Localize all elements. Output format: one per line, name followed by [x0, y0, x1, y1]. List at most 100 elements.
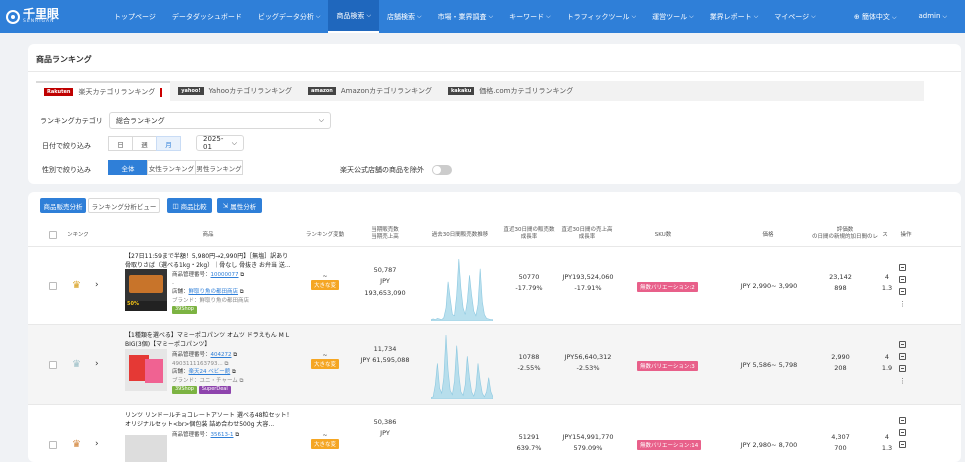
sku-badge[interactable]: 無数バリエーション:2 [637, 282, 698, 292]
header-growth[interactable]: 直近30日間の販売数 成長率 [498, 227, 560, 241]
header-price[interactable]: 価格 [753, 232, 783, 239]
rakuten-logo-icon: Rakuten [44, 88, 74, 96]
trend-sparkline [431, 334, 493, 399]
nav-mypage[interactable]: マイページ ⌵ [766, 0, 823, 33]
nav-bigdata[interactable]: ビッグデータ分析 ⌵ [250, 0, 329, 33]
expand-arrow-icon[interactable]: › [95, 359, 99, 369]
gender-male-button[interactable]: 男性ランキング [195, 160, 243, 175]
nav-keyword[interactable]: キーワード ⌵ [501, 0, 559, 33]
language-switcher[interactable]: ⊕ 簡体中文 ⌵ [854, 12, 897, 22]
nav-ops[interactable]: 運営ツール ⌵ [644, 0, 702, 33]
manager-no-link[interactable]: 10000077 [211, 272, 239, 278]
sku-badge[interactable]: 無数バリエーション:3 [637, 361, 698, 371]
gender-female-button[interactable]: 女性ランキング [147, 160, 196, 175]
header-rank-change[interactable]: ランキング変動 [300, 232, 350, 239]
rank-change-badge: 大きな変 [310, 439, 339, 449]
chevron-down-icon: ⌵ [318, 116, 324, 124]
date-day-button[interactable]: 日 [108, 136, 133, 151]
product-thumbnail[interactable] [125, 349, 167, 391]
manager-no-link[interactable]: 35613-1 [211, 432, 234, 438]
header-ops: 操作 [900, 232, 912, 238]
gender-toggle: 全体 女性ランキング 男性ランキング [108, 160, 243, 175]
detail-icon[interactable] [899, 264, 906, 271]
tab-rakuten[interactable]: Rakuten 楽天カテゴリランキング [36, 81, 171, 101]
copy-icon[interactable]: ⧉ [233, 352, 237, 358]
tab-kakaku[interactable]: kakaku 価格.comカテゴリランキング [440, 81, 581, 101]
product-title[interactable]: リンツ リンドールチョコレートアソート 選べる48粒セット！オリジナルセット<b… [125, 411, 293, 431]
compare-button[interactable]: ◫ 商品比較 [167, 198, 212, 213]
shop-link[interactable]: 楽天24 ベビー館 [189, 369, 231, 375]
nav-top[interactable]: トップページ [106, 0, 164, 33]
header-reviews[interactable]: 評価数 の日間の新規的加日間のレ [806, 227, 884, 241]
month-select[interactable]: 2025-01 ⌵ [196, 135, 244, 151]
detail-icon[interactable] [899, 417, 906, 424]
product-thumbnail[interactable] [125, 435, 167, 462]
sales-analysis-button[interactable]: 商品販売分析 [40, 198, 86, 213]
kakaku-logo-icon: kakaku [447, 87, 475, 95]
copy-icon[interactable]: ⧉ [225, 361, 229, 367]
mail-icon[interactable] [899, 441, 906, 448]
date-month-button[interactable]: 月 [156, 136, 181, 151]
bronze-crown-icon: ♛ [72, 439, 81, 450]
tab-yahoo[interactable]: yahoo! Yahooカテゴリランキング [170, 81, 300, 101]
manager-no-link[interactable]: 404272 [211, 352, 232, 358]
detail-icon[interactable] [899, 341, 906, 348]
nav-shop-search[interactable]: 店舗検索 ⌵ [379, 0, 430, 33]
exclude-official-toggle[interactable] [432, 165, 452, 175]
chevron-down-icon: ⌵ [811, 12, 816, 20]
header-revenue-growth[interactable]: 直近30日間の売上高 成長率 [556, 227, 618, 241]
more-icon[interactable]: ⋮ [899, 300, 906, 308]
chart-icon[interactable] [899, 353, 906, 360]
date-week-button[interactable]: 週 [132, 136, 157, 151]
copy-icon[interactable]: ⧉ [240, 289, 244, 295]
copy-icon[interactable]: ⧉ [240, 378, 244, 384]
chart-icon[interactable] [899, 276, 906, 283]
header-rank[interactable]: ンキング [64, 232, 92, 239]
chevron-down-icon: ⌵ [753, 12, 759, 20]
copy-icon[interactable]: ⧉ [232, 369, 236, 375]
extra-cell: 4 1.3 [881, 273, 893, 293]
expand-arrow-icon[interactable]: › [95, 439, 99, 449]
row-checkbox[interactable] [49, 441, 57, 449]
page-title: 商品ランキング [36, 55, 92, 64]
header-sku[interactable]: SKU数 [648, 232, 678, 239]
nav-market[interactable]: 市場・業界調査 ⌵ [430, 0, 502, 33]
copy-icon[interactable]: ⧉ [240, 272, 244, 278]
mail-icon[interactable] [899, 288, 906, 295]
select-all-checkbox[interactable] [49, 231, 57, 239]
table-row: ♛ › 50% 【27日11:59まで半額！5,980円→2,990円】［無塩］… [28, 247, 961, 325]
product-thumbnail[interactable]: 50% [125, 269, 167, 311]
attribute-analysis-button[interactable]: ⇲ 属性分析 [217, 198, 262, 213]
gender-all-button[interactable]: 全体 [108, 160, 148, 175]
growth-cell: 10788 -2.55% [517, 353, 541, 373]
tab-amazon[interactable]: amazon Amazonカテゴリランキング [300, 81, 440, 101]
shop-link[interactable]: 鮮取り魚の都田商店 [189, 289, 239, 295]
user-menu[interactable]: admin ⌵ [919, 12, 948, 21]
nav-report[interactable]: 業界レポート ⌵ [702, 0, 767, 33]
sku-badge[interactable]: 無数バリエーション:14 [637, 440, 702, 450]
chevron-down-icon: ⌵ [546, 12, 551, 20]
nav-dashboard[interactable]: データダッシュボード [164, 0, 250, 33]
header-trend: 過去30日間販売数推移 [431, 232, 489, 238]
chevron-down-icon: ⌵ [942, 13, 947, 20]
top-nav: 千里眼 SENRIGAN トップページ データダッシュボード ビッグデータ分析 ⌵… [0, 0, 965, 33]
expand-arrow-icon[interactable]: › [95, 280, 99, 290]
product-title[interactable]: 【27日11:59まで半額！5,980円→2,990円】［無塩］訳あり骨取りさば… [125, 252, 291, 272]
row-ops: ⋮ [899, 341, 906, 385]
row-checkbox[interactable] [49, 361, 57, 369]
nav-traffic[interactable]: トラフィックツール ⌵ [559, 0, 644, 33]
rank-change-badge: 大きな変 [310, 280, 339, 290]
row-checkbox[interactable] [49, 282, 57, 290]
logo[interactable]: 千里眼 SENRIGAN [0, 8, 80, 25]
chart-icon[interactable] [899, 429, 906, 436]
nav-product-search[interactable]: 商品検索 ⌵ [328, 0, 379, 33]
mail-icon[interactable] [899, 365, 906, 372]
more-icon[interactable]: ⋮ [899, 377, 906, 385]
category-select[interactable]: 総合ランキング ⌵ [109, 112, 331, 129]
header-sales[interactable]: 当期販売数 当期売上高 [360, 227, 410, 241]
product-title[interactable]: 【1種類を選べる】マミーポコパンツ オムツ ドラえもん M L BIG(3個)【… [125, 331, 293, 351]
rank-change: ~ 大きな変 [305, 273, 345, 290]
copy-icon[interactable]: ⧉ [235, 432, 239, 438]
chevron-down-icon: ⌵ [366, 11, 371, 19]
ranking-view-button[interactable]: ランキング分析ビュー [88, 198, 160, 213]
